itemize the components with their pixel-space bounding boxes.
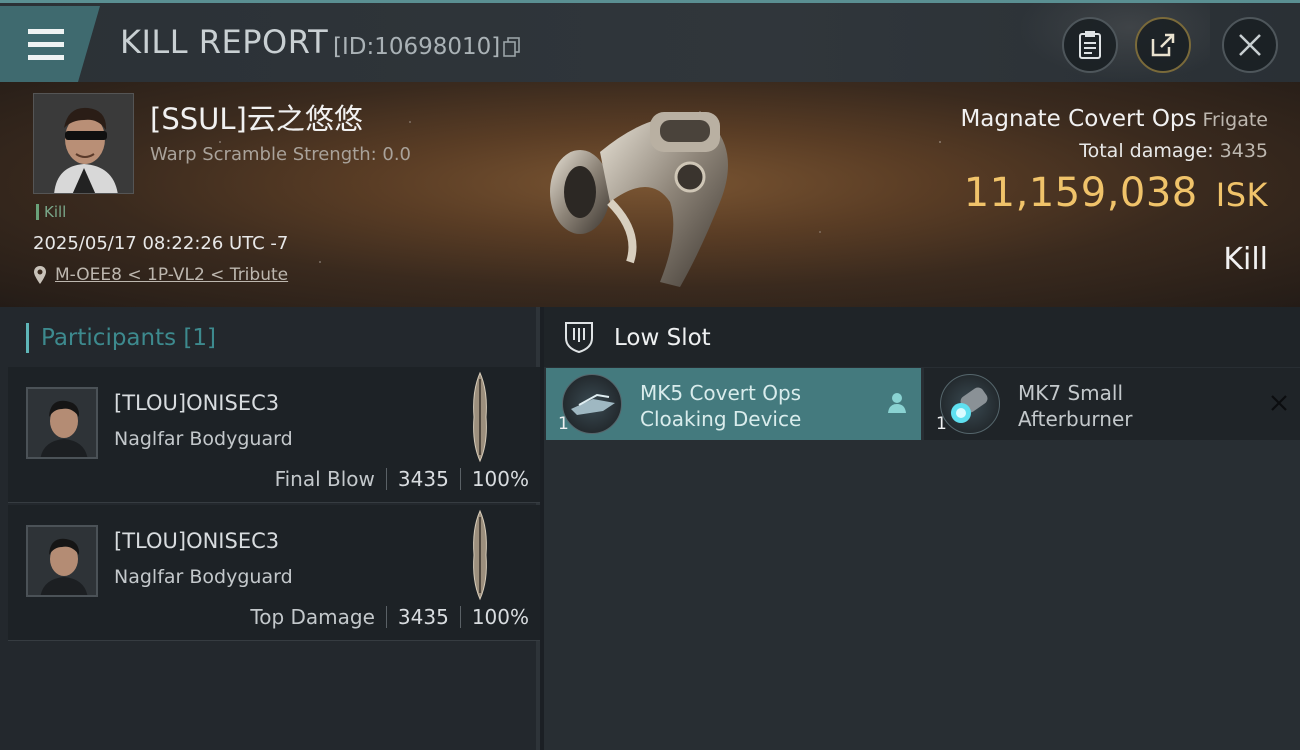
- participant-stats: Top Damage 3435 100%: [250, 605, 529, 629]
- close-icon: [1239, 34, 1261, 56]
- top-header: KILL REPORT [ID:10698010]: [0, 0, 1300, 85]
- slot-title: Low Slot: [614, 325, 711, 351]
- victim-pilot-name[interactable]: [SSUL]云之悠悠: [150, 96, 363, 138]
- stats-divider: [385, 606, 387, 628]
- victim-ship-name[interactable]: Magnate Covert Ops: [960, 106, 1196, 132]
- participant-name[interactable]: [TLOU]ONISEC3: [114, 391, 279, 415]
- slots-panel: Low Slot 1 MK5 Covert Ops Cloaking Devic…: [544, 307, 1300, 750]
- isk-amount: 11,159,038: [963, 170, 1198, 216]
- kill-datetime: 2025/05/17 08:22:26 UTC -7: [33, 233, 289, 254]
- kill-tag: Kill: [36, 204, 66, 220]
- page-title: KILL REPORT: [120, 23, 329, 61]
- warp-scramble-strength: Warp Scramble Strength: 0.0: [150, 144, 412, 165]
- participant-role: Final Blow: [274, 467, 375, 491]
- menu-icon: [28, 25, 64, 64]
- slot-header: Low Slot: [544, 307, 1300, 367]
- participant-avatar[interactable]: [26, 387, 98, 459]
- result-label: Kill: [1223, 242, 1268, 277]
- close-button[interactable]: [1222, 17, 1278, 73]
- participant-role: Top Damage: [250, 605, 375, 629]
- stats-divider: [459, 606, 461, 628]
- victim-avatar[interactable]: [33, 93, 134, 194]
- total-damage-label: Total damage:: [1079, 140, 1214, 162]
- destroyed-x-icon: [1270, 394, 1288, 416]
- module-item[interactable]: 1 MK7 Small Afterburner: [924, 368, 1300, 440]
- kill-location[interactable]: M-OEE8 < 1P-VL2 < Tribute: [33, 265, 288, 285]
- victim-banner: [SSUL]云之悠悠 Warp Scramble Strength: 0.0 K…: [0, 82, 1300, 307]
- low-slot-icon: [562, 320, 596, 358]
- participant-ship-icon: [468, 509, 492, 605]
- module-item[interactable]: 1 MK5 Covert Ops Cloaking Device: [546, 368, 921, 440]
- module-name-line: MK7 Small: [1018, 381, 1123, 405]
- participant-damage: 3435: [397, 467, 449, 491]
- clipboard-button[interactable]: [1062, 17, 1118, 73]
- ship-render: [540, 92, 760, 301]
- report-id: [ID:10698010]: [333, 34, 501, 60]
- module-quantity: 1: [936, 414, 947, 434]
- clipboard-icon: [1079, 31, 1101, 59]
- total-damage: Total damage: 3435: [1079, 140, 1268, 162]
- module-name: MK7 Small Afterburner: [1018, 380, 1132, 432]
- location-pin-icon: [34, 266, 46, 284]
- module-name: MK5 Covert Ops Cloaking Device: [640, 380, 801, 432]
- participants-header: Participants [1]: [26, 323, 216, 353]
- participant-ship: Naglfar Bodyguard: [114, 428, 293, 450]
- participant-avatar[interactable]: [26, 525, 98, 597]
- participant-percent: 100%: [471, 605, 529, 629]
- module-name-line: MK5 Covert Ops: [640, 381, 802, 405]
- afterburner-icon: [940, 374, 1000, 434]
- participants-panel: Participants [1] [TLOU]ONISEC3 Naglfar B…: [0, 307, 540, 750]
- participant-row[interactable]: [TLOU]ONISEC3 Naglfar Bodyguard Final Bl…: [8, 367, 540, 503]
- module-quantity: 1: [558, 414, 569, 434]
- participant-name[interactable]: [TLOU]ONISEC3: [114, 529, 279, 553]
- participant-percent: 100%: [471, 467, 529, 491]
- total-damage-value: 3435: [1219, 140, 1268, 162]
- participant-stats: Final Blow 3435 100%: [275, 467, 529, 491]
- location-link[interactable]: M-OEE8 < 1P-VL2 < Tribute: [55, 265, 288, 285]
- module-name-line: Afterburner: [1018, 407, 1133, 431]
- participant-ship: Naglfar Bodyguard: [114, 566, 293, 588]
- isk-unit: ISK: [1215, 176, 1268, 214]
- victim-ship-class: Frigate: [1202, 109, 1268, 131]
- copy-icon[interactable]: [503, 37, 521, 61]
- participant-ship-icon: [468, 371, 492, 467]
- victim-ship-line: Magnate Covert Ops Frigate: [960, 106, 1268, 132]
- participant-damage: 3435: [397, 605, 449, 629]
- stats-divider: [459, 468, 461, 490]
- pilot-icon: [887, 392, 907, 418]
- isk-value: 11,159,038 ISK: [964, 170, 1268, 216]
- module-name-line: Cloaking Device: [640, 407, 802, 431]
- share-button[interactable]: [1135, 17, 1191, 73]
- cloaking-device-icon: [562, 374, 622, 434]
- menu-button[interactable]: [0, 6, 100, 82]
- participant-row[interactable]: [TLOU]ONISEC3 Naglfar Bodyguard Top Dama…: [8, 505, 540, 641]
- share-icon: [1151, 33, 1175, 57]
- stats-divider: [385, 468, 387, 490]
